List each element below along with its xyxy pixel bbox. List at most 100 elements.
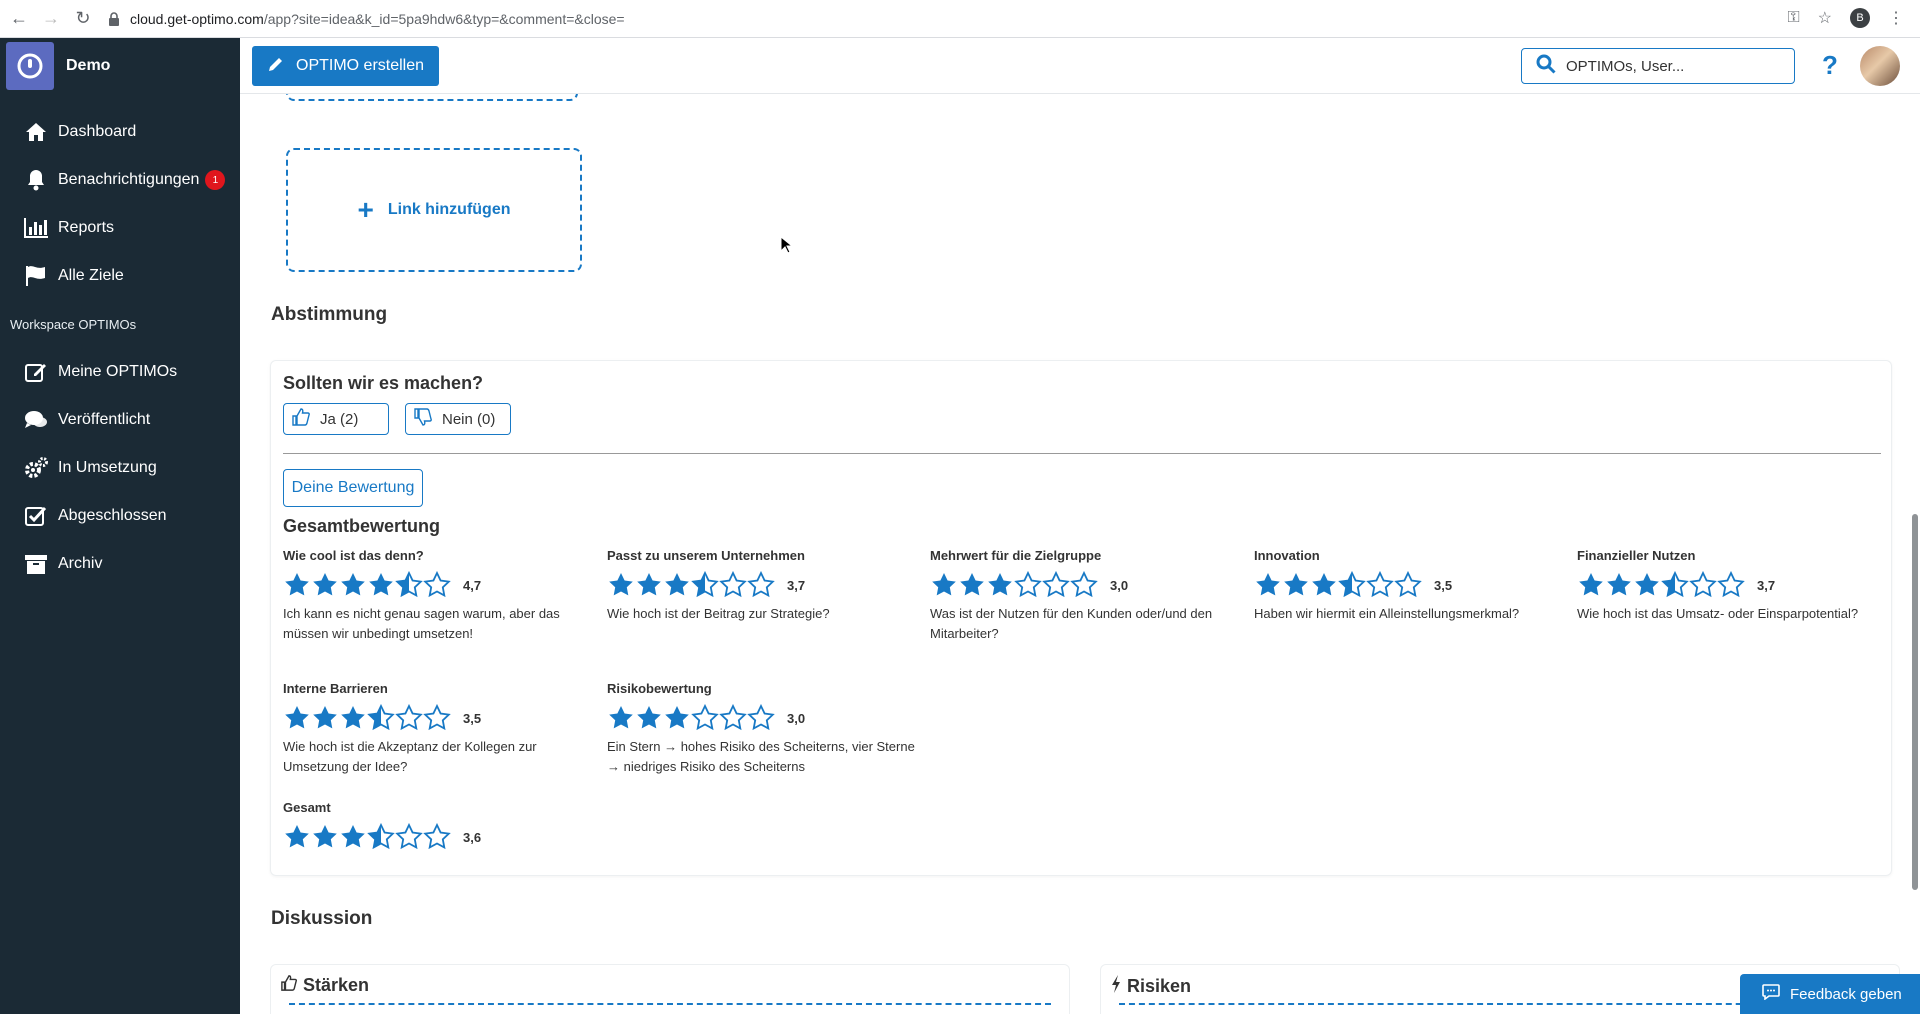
- star-rating[interactable]: 3,7: [607, 568, 919, 602]
- star-full-icon[interactable]: [1633, 571, 1661, 599]
- strengths-title: Stärken: [303, 975, 370, 995]
- criterion-description: Ich kann es nicht genau sagen warum, abe…: [283, 606, 560, 641]
- menu-dots-icon[interactable]: ⋮: [1888, 8, 1904, 28]
- vote-yes-label: Ja (2): [320, 410, 359, 428]
- star-rating[interactable]: 4,7: [283, 568, 595, 602]
- key-icon[interactable]: ⚿: [1787, 9, 1799, 27]
- star-full-icon[interactable]: [958, 571, 986, 599]
- star-empty-icon[interactable]: [395, 823, 423, 851]
- star-empty-icon[interactable]: [1070, 571, 1098, 599]
- back-icon[interactable]: ←: [6, 6, 32, 32]
- star-empty-icon[interactable]: [423, 704, 451, 732]
- star-empty-icon[interactable]: [1394, 571, 1422, 599]
- star-half-icon[interactable]: [367, 704, 395, 732]
- star-full-icon[interactable]: [663, 704, 691, 732]
- star-full-icon[interactable]: [311, 823, 339, 851]
- add-link-button[interactable]: + Link hinzufügen: [286, 148, 582, 272]
- star-half-icon[interactable]: [691, 571, 719, 599]
- sidebar: Demo Dashboard Benachrichtigungen 1 Repo…: [0, 38, 240, 1014]
- star-full-icon[interactable]: [607, 704, 635, 732]
- feedback-button[interactable]: Feedback geben: [1740, 974, 1920, 1014]
- rating-value: 3,5: [1434, 577, 1453, 593]
- star-full-icon[interactable]: [283, 823, 311, 851]
- star-empty-icon[interactable]: [691, 704, 719, 732]
- star-full-icon[interactable]: [311, 571, 339, 599]
- star-full-icon[interactable]: [339, 823, 367, 851]
- star-empty-icon[interactable]: [395, 704, 423, 732]
- profile-avatar[interactable]: B: [1850, 8, 1870, 28]
- star-full-icon[interactable]: [1310, 571, 1338, 599]
- star-full-icon[interactable]: [1282, 571, 1310, 599]
- star-empty-icon[interactable]: [423, 571, 451, 599]
- star-full-icon[interactable]: [283, 571, 311, 599]
- star-full-icon[interactable]: [283, 704, 311, 732]
- star-empty-icon[interactable]: [719, 704, 747, 732]
- star-empty-icon[interactable]: [719, 571, 747, 599]
- reload-icon[interactable]: ↻: [70, 6, 96, 32]
- bookmark-star-icon[interactable]: ☆: [1818, 8, 1832, 28]
- search-input[interactable]: OPTIMOs, User...: [1521, 48, 1795, 84]
- vote-no-button[interactable]: Nein (0): [405, 403, 511, 435]
- optimo-logo-icon: [6, 42, 54, 90]
- sidebar-item-alle-ziele[interactable]: Alle Ziele: [0, 252, 240, 300]
- star-rating[interactable]: 3,7: [1577, 568, 1889, 602]
- add-strength-area[interactable]: [289, 1003, 1051, 1014]
- sidebar-item-label: Archiv: [58, 555, 103, 572]
- star-full-icon[interactable]: [986, 571, 1014, 599]
- star-full-icon[interactable]: [367, 571, 395, 599]
- sidebar-item-veroeffentlicht[interactable]: Veröffentlicht: [0, 396, 240, 444]
- star-full-icon[interactable]: [635, 571, 663, 599]
- star-full-icon[interactable]: [663, 571, 691, 599]
- star-full-icon[interactable]: [1254, 571, 1282, 599]
- star-full-icon[interactable]: [607, 571, 635, 599]
- star-empty-icon[interactable]: [1717, 571, 1745, 599]
- star-rating[interactable]: 3,5: [1254, 568, 1566, 602]
- page-scrollbar[interactable]: [1912, 514, 1918, 890]
- star-rating[interactable]: 3,0: [607, 701, 919, 735]
- star-full-icon[interactable]: [311, 704, 339, 732]
- star-full-icon[interactable]: [930, 571, 958, 599]
- vote-yes-button[interactable]: Ja (2): [283, 403, 389, 435]
- sidebar-item-label: In Umsetzung: [58, 459, 157, 476]
- star-full-icon[interactable]: [635, 704, 663, 732]
- main-content: + Link hinzufügen Abstimmung Sollten wir…: [240, 94, 1920, 1014]
- star-empty-icon[interactable]: [747, 704, 775, 732]
- star-empty-icon[interactable]: [423, 823, 451, 851]
- own-rating-button[interactable]: Deine Bewertung: [283, 469, 423, 507]
- chat-bubble-icon: [1762, 984, 1780, 1004]
- sidebar-item-dashboard[interactable]: Dashboard: [0, 108, 240, 156]
- star-empty-icon[interactable]: [1689, 571, 1717, 599]
- star-full-icon[interactable]: [1577, 571, 1605, 599]
- address-bar[interactable]: cloud.get-optimo.com/app?site=idea&k_id=…: [108, 5, 1808, 33]
- star-full-icon[interactable]: [339, 704, 367, 732]
- star-half-icon[interactable]: [395, 571, 423, 599]
- criterion-description: Haben wir hiermit ein Alleinstellungsmer…: [1254, 606, 1520, 621]
- brand[interactable]: Demo: [0, 38, 240, 94]
- forward-icon[interactable]: →: [38, 6, 64, 32]
- criterion-name: Passt zu unserem Unternehmen: [607, 548, 805, 563]
- sidebar-item-in-umsetzung[interactable]: In Umsetzung: [0, 444, 240, 492]
- star-empty-icon[interactable]: [1042, 571, 1070, 599]
- sidebar-item-notifications[interactable]: Benachrichtigungen 1: [0, 156, 240, 204]
- user-avatar[interactable]: [1860, 46, 1900, 86]
- pencil-icon: [268, 56, 284, 77]
- star-half-icon[interactable]: [1338, 571, 1366, 599]
- sidebar-item-meine-optimos[interactable]: Meine OPTIMOs: [0, 348, 240, 396]
- star-half-icon[interactable]: [1661, 571, 1689, 599]
- star-half-icon[interactable]: [367, 823, 395, 851]
- star-rating[interactable]: 3,0: [930, 568, 1242, 602]
- create-optimo-button[interactable]: OPTIMO erstellen: [252, 46, 439, 86]
- sidebar-item-reports[interactable]: Reports: [0, 204, 240, 252]
- help-icon[interactable]: ?: [1822, 50, 1838, 81]
- star-rating[interactable]: 3,5: [283, 701, 595, 735]
- star-full-icon[interactable]: [339, 571, 367, 599]
- sidebar-item-archiv[interactable]: Archiv: [0, 540, 240, 588]
- star-full-icon[interactable]: [1605, 571, 1633, 599]
- sidebar-item-abgeschlossen[interactable]: Abgeschlossen: [0, 492, 240, 540]
- risks-title: Risiken: [1127, 976, 1192, 996]
- star-empty-icon[interactable]: [1014, 571, 1042, 599]
- star-empty-icon[interactable]: [1366, 571, 1394, 599]
- star-empty-icon[interactable]: [747, 571, 775, 599]
- star-rating: 3,6: [283, 820, 595, 854]
- criterion-name: Wie cool ist das denn?: [283, 548, 424, 563]
